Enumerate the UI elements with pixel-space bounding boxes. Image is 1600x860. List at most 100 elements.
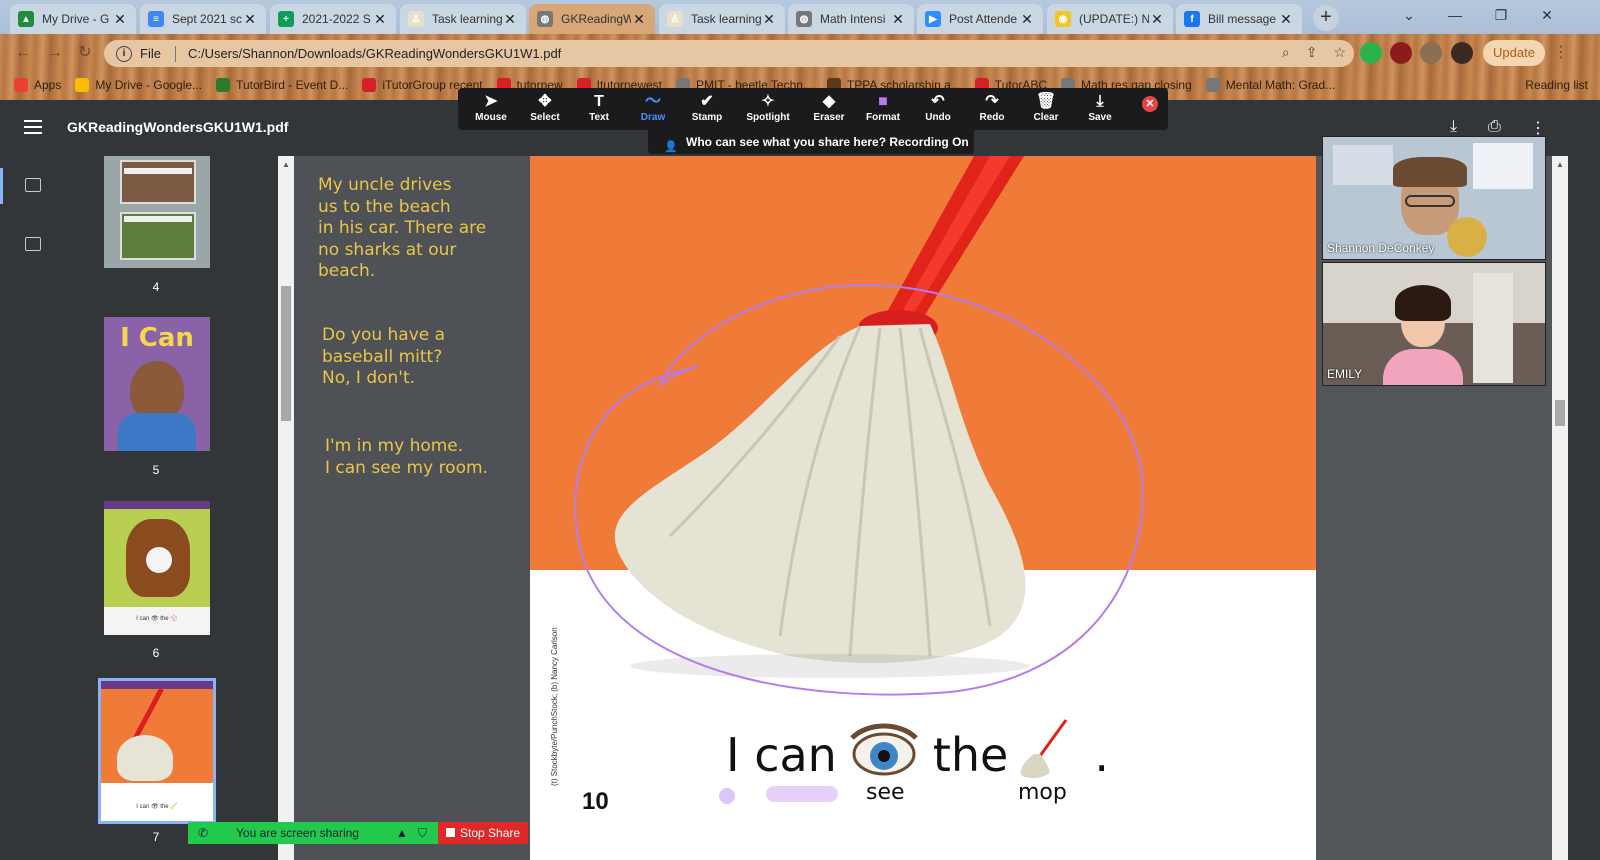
tab-close-icon[interactable]: ✕	[242, 11, 258, 28]
browser-tab[interactable]: f Bill message ✕	[1176, 4, 1302, 34]
annotate-tool-label: Draw	[640, 112, 666, 123]
video-tile-shannon[interactable]: Shannon DeConkey	[1322, 136, 1546, 260]
site-info-icon[interactable]: i	[116, 45, 132, 62]
thumbnail-scrollbar[interactable]: ▲	[278, 156, 294, 860]
bookmark-label: Apps	[34, 78, 62, 92]
pdf-title: GKReadingWondersGKU1W1.pdf	[67, 119, 289, 135]
bookmark-star-icon[interactable]: ☆	[1333, 44, 1346, 61]
menu-icon[interactable]	[24, 120, 42, 134]
annotate-tool-label: Spotlight	[746, 112, 790, 123]
thumbnail-view-icon[interactable]	[25, 178, 41, 192]
bookmark-item[interactable]: Mental Math: Grad...	[1205, 78, 1335, 92]
browser-tab[interactable]: ♙ Task learning ✕	[659, 4, 785, 34]
annotate-tool-format[interactable]: ■ Format	[856, 92, 910, 123]
zoom-icon[interactable]: ⌕	[1282, 44, 1290, 61]
annotate-tool-spotlight[interactable]: ✧ Spotlight	[741, 92, 795, 123]
extension-icon-green[interactable]	[1360, 42, 1382, 64]
annotate-tool-icon: 🗑	[1035, 93, 1057, 110]
rail-active-indicator	[0, 168, 3, 204]
print-icon[interactable]: ⎙	[1488, 118, 1501, 136]
tab-search-icon[interactable]: ⌄	[1386, 0, 1432, 30]
annotate-tool-select[interactable]: ✥ Select	[518, 92, 572, 123]
restore-button[interactable]: ❐	[1478, 0, 1524, 30]
sentence: I can the.	[726, 728, 1109, 782]
minimize-button[interactable]: —	[1432, 0, 1478, 30]
recording-banner[interactable]: 👤 Who can see what you share here? Recor…	[648, 130, 974, 154]
bookmark-favicon-icon	[362, 78, 377, 92]
annotate-tool-redo[interactable]: ↷ Redo	[965, 92, 1019, 123]
tab-favicon-icon: ◍	[537, 11, 553, 27]
profile-avatar[interactable]	[1451, 42, 1473, 64]
thumbnail-page-5[interactable]: I Can	[104, 317, 210, 451]
bookmark-favicon-icon	[216, 78, 231, 92]
note-3: I'm in my home. I can see my room.	[325, 436, 488, 478]
annotate-tool-mouse[interactable]: ➤ Mouse	[464, 92, 518, 123]
share-icon[interactable]: ⇪	[1306, 44, 1318, 61]
address-bar[interactable]: i File C:/Users/Shannon/Downloads/GKRead…	[104, 40, 1354, 67]
back-button[interactable]: ←	[12, 42, 34, 64]
stop-share-button[interactable]: Stop Share	[438, 822, 528, 844]
annotate-tool-save[interactable]: ⤓ Save	[1073, 92, 1127, 123]
annotate-tool-stamp[interactable]: ✔ Stamp	[680, 92, 734, 123]
thumbnail-page-4[interactable]	[104, 156, 210, 268]
reload-button[interactable]: ↻	[74, 42, 96, 64]
update-button[interactable]: Update	[1483, 40, 1545, 66]
browser-menu-icon[interactable]: ⋮	[1550, 42, 1572, 64]
address-url[interactable]: C:/Users/Shannon/Downloads/GKReadingWond…	[188, 46, 561, 61]
tab-title: GKReadingW	[561, 12, 631, 26]
annotate-tool-draw[interactable]: 〜 Draw	[626, 92, 680, 123]
bookmark-item[interactable]: TutorBird - Event D...	[216, 78, 348, 92]
close-annotation-icon[interactable]: ✕	[1142, 96, 1158, 112]
tab-favicon-icon: +	[278, 11, 294, 27]
browser-tab[interactable]: ▶ Post Attende ✕	[917, 4, 1043, 34]
tab-close-icon[interactable]: ✕	[761, 11, 777, 28]
browser-tab[interactable]: ◉ (UPDATE:) N ✕	[1047, 4, 1173, 34]
more-actions-icon[interactable]: ⋮	[1530, 118, 1546, 138]
annotate-tool-eraser[interactable]: ◆ Eraser	[802, 92, 856, 123]
extensions-puzzle-icon[interactable]	[1420, 42, 1442, 64]
stop-square-icon	[446, 828, 455, 837]
download-icon[interactable]: ⤓	[1450, 118, 1457, 136]
tab-favicon-icon: ▶	[925, 11, 941, 27]
tab-close-icon[interactable]: ✕	[502, 11, 518, 28]
browser-tab[interactable]: +2021-2022 S ✕	[270, 4, 396, 34]
tab-favicon-icon: ♙	[408, 11, 424, 27]
thumbnail-page-6[interactable]: I can 👁 the ⚾	[104, 501, 210, 635]
tab-title: Sept 2021 sc	[172, 12, 242, 26]
tab-close-icon[interactable]: ✕	[631, 11, 647, 28]
annotate-tool-text[interactable]: T Text	[572, 92, 626, 123]
annotate-tool-icon: ✔	[700, 93, 714, 110]
annotate-tool-undo[interactable]: ↶ Undo	[911, 92, 965, 123]
bookmark-item[interactable]: Apps	[14, 78, 61, 92]
annotate-tool-label: Mouse	[475, 112, 507, 123]
video-tile-emily[interactable]: EMILY	[1322, 262, 1546, 386]
annotate-tool-icon: ⤓	[1096, 93, 1104, 110]
tab-close-icon[interactable]: ✕	[1149, 11, 1165, 28]
bookmark-item[interactable]: My Drive - Google...	[75, 78, 202, 92]
tab-close-icon[interactable]: ✕	[372, 11, 388, 28]
pdf-page[interactable]: (t) Stockbyte/PunchStock; (b) Nancy Carl…	[530, 156, 1316, 860]
close-window-button[interactable]: ✕	[1524, 0, 1570, 30]
browser-tab[interactable]: ◍ GKReadingW ✕	[529, 4, 655, 34]
tab-title: Math Intensi	[820, 12, 886, 26]
tab-close-icon[interactable]: ✕	[890, 11, 906, 28]
tab-close-icon[interactable]: ✕	[112, 11, 128, 28]
annotate-tool-clear[interactable]: 🗑 Clear	[1019, 92, 1073, 123]
reading-list-button[interactable]: Reading list	[1525, 78, 1588, 92]
new-tab-button[interactable]: +	[1313, 5, 1339, 31]
bookmark-label: TutorBird - Event D...	[236, 78, 349, 92]
annotate-tool-icon: ↷	[985, 93, 999, 110]
browser-tab[interactable]: ≡ Sept 2021 sc ✕	[140, 4, 266, 34]
browser-tab[interactable]: ♙ Task learning ✕	[400, 4, 526, 34]
forward-button[interactable]: →	[44, 42, 66, 64]
page-scrollbar[interactable]: ▲	[1552, 156, 1568, 860]
thumbnail-page-7[interactable]: I can 👁 the 🧹	[98, 678, 216, 824]
browser-tab[interactable]: ▲ My Drive - G ✕	[10, 4, 136, 34]
browser-tab[interactable]: ◍ Math Intensi ✕	[788, 4, 914, 34]
extension-icon-ublock[interactable]	[1390, 42, 1412, 64]
sidebar-rail	[0, 156, 66, 860]
outline-view-icon[interactable]	[25, 237, 41, 251]
participant-name-2: EMILY	[1327, 367, 1363, 381]
tab-close-icon[interactable]: ✕	[1019, 11, 1035, 28]
tab-close-icon[interactable]: ✕	[1278, 11, 1294, 28]
